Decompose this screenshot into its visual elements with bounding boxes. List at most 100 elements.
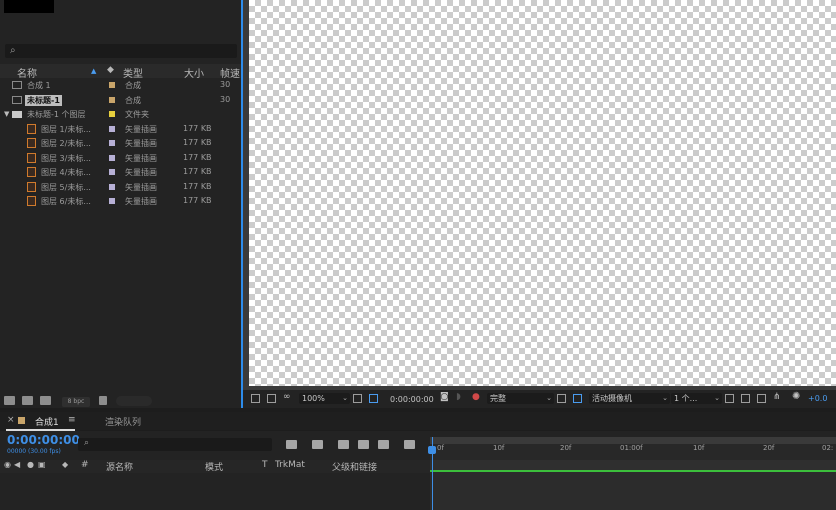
project-item-type: 合成 <box>125 81 141 90</box>
sort-up-icon[interactable]: ▲ <box>91 67 96 75</box>
column-layer-number[interactable]: # <box>81 460 89 470</box>
timeline-fps-label: 00000 (30.00 fps) <box>7 448 61 455</box>
viewer-timecode[interactable]: 0:00:00:00 <box>390 395 434 404</box>
exposure-value[interactable]: +0.0 <box>808 394 827 403</box>
audio-switch-icon[interactable]: ◀ <box>14 460 20 469</box>
label-color-swatch[interactable] <box>109 154 115 161</box>
vector-layer-icon <box>27 181 36 192</box>
vector-layer-icon <box>27 167 36 177</box>
shy-layers-icon[interactable] <box>338 440 349 449</box>
time-navigator[interactable] <box>430 437 836 444</box>
playhead-handle[interactable] <box>428 446 436 454</box>
view-options-icon[interactable]: ∞ <box>283 392 291 402</box>
project-item-size: 177 KB <box>183 152 212 162</box>
column-mode[interactable]: 模式 <box>205 460 223 473</box>
monitor-icon[interactable] <box>267 394 276 403</box>
channel-icon[interactable]: ● <box>472 392 480 402</box>
expand-arrow-icon[interactable]: ▼ <box>4 110 9 118</box>
timeline-search-input[interactable]: ⌕ <box>78 438 272 451</box>
fast-previews-icon[interactable] <box>557 394 566 403</box>
timeline-icon[interactable] <box>741 394 750 403</box>
show-snapshot-icon[interactable]: ◗ <box>456 392 461 402</box>
transparency-grid-canvas[interactable] <box>249 0 836 386</box>
new-folder-icon[interactable] <box>22 396 33 405</box>
comp-mini-flowchart-icon[interactable] <box>286 440 297 449</box>
label-color-swatch[interactable] <box>109 96 115 103</box>
project-item-name: 未标题-1 个图层 <box>27 110 86 119</box>
project-item-row[interactable]: 图层 1/未标... 矢量插画 177 KB <box>0 123 243 136</box>
transparency-grid-icon[interactable] <box>369 394 378 403</box>
reset-exposure-icon[interactable] <box>725 394 734 403</box>
tab-render-queue[interactable]: 渲染队列 <box>105 415 141 428</box>
project-item-row[interactable]: 合成 1 合成 30 <box>0 79 243 92</box>
project-item-row[interactable]: 图层 6/未标... 矢量插画 177 KB <box>0 195 243 208</box>
label-tag-icon[interactable]: ◆ <box>107 65 114 75</box>
project-item-row[interactable]: 图层 2/未标... 矢量插画 177 KB <box>0 137 243 150</box>
time-ruler[interactable]: 0f 10f 20f 01:00f 10f 20f 02: <box>430 444 836 460</box>
column-size[interactable]: 大小 <box>184 65 204 80</box>
project-search-input[interactable]: ⌕ <box>5 44 237 58</box>
graph-editor-icon[interactable] <box>404 440 415 449</box>
column-source-name[interactable]: 源名称 <box>106 460 133 473</box>
comp-flowchart-icon[interactable] <box>757 394 766 403</box>
column-parent[interactable]: 父级和链接 <box>332 460 377 473</box>
project-item-fps: 30 <box>220 80 231 89</box>
thumbnail-slider[interactable] <box>116 396 152 406</box>
label-color-swatch[interactable] <box>109 198 115 204</box>
column-type[interactable]: 类型 <box>123 65 143 80</box>
column-fps[interactable]: 帧速 <box>220 65 240 80</box>
tab-comp[interactable]: 合成1 <box>35 415 59 428</box>
frame-blending-icon[interactable] <box>358 440 369 449</box>
zoom-select[interactable]: 100% ⌄ <box>299 393 350 404</box>
label-color-swatch[interactable] <box>109 125 115 132</box>
project-item-row[interactable]: 未标题-1 合成 30 <box>0 94 243 107</box>
composition-icon <box>12 81 22 89</box>
solo-switch-icon[interactable]: ● <box>27 460 34 469</box>
lock-switch-icon[interactable]: ▣ <box>38 460 46 469</box>
camera-select[interactable]: 活动摄像机 ⌄ <box>589 393 670 404</box>
project-item-row[interactable]: 图层 4/未标... 矢量插画 177 KB <box>0 166 243 179</box>
project-item-size: 177 KB <box>183 138 212 147</box>
motion-blur-icon[interactable] <box>378 440 389 449</box>
label-tag-icon[interactable]: ◆ <box>62 460 68 469</box>
viewer-toolbar: ∞ 100% ⌄ 0:00:00:00 ◙ ◗ ● 完整 ⌄ 活动摄像机 ⌄ 1 个.… <box>243 390 836 408</box>
toggle-transparency-icon[interactable] <box>573 394 582 403</box>
chevron-down-icon: ⌄ <box>662 394 668 402</box>
comp-label-swatch <box>18 417 25 424</box>
draft-3d-icon[interactable] <box>312 440 323 449</box>
close-tab-icon[interactable]: × <box>7 415 15 425</box>
views-select[interactable]: 1 个... ⌄ <box>671 393 722 404</box>
project-thumbnail <box>4 0 54 13</box>
label-color-swatch[interactable] <box>109 82 115 88</box>
chevron-down-icon: ⌄ <box>342 394 348 402</box>
exposure-icon[interactable]: ✺ <box>792 391 800 402</box>
ruler-tick-label: 02: <box>822 444 834 452</box>
flowchart-icon[interactable]: ⋔ <box>773 392 781 402</box>
search-icon: ⌕ <box>10 45 16 56</box>
project-item-row[interactable]: 图层 5/未标... 矢量插画 177 KB <box>0 181 243 194</box>
always-preview-icon[interactable] <box>251 394 260 403</box>
label-color-swatch[interactable] <box>109 111 115 117</box>
video-switch-icon[interactable]: ◉ <box>4 460 11 469</box>
ruler-tick-label: 20f <box>560 444 572 452</box>
snapshot-icon[interactable]: ◙ <box>440 392 449 402</box>
resolution-select[interactable]: 完整 ⌄ <box>487 393 554 404</box>
column-name[interactable]: 名称 <box>17 65 37 80</box>
new-composition-icon[interactable] <box>40 396 51 405</box>
trash-icon[interactable] <box>99 396 107 405</box>
region-of-interest-icon[interactable] <box>353 394 362 403</box>
timeline-track-area[interactable] <box>430 472 836 510</box>
interpret-footage-icon[interactable] <box>4 396 15 405</box>
project-item-row[interactable]: 图层 3/未标... 矢量插画 177 KB <box>0 152 243 165</box>
project-item-row[interactable]: ▼ 未标题-1 个图层 文件夹 <box>0 108 243 121</box>
tab-menu-icon[interactable]: ≡ <box>68 415 76 425</box>
label-color-swatch[interactable] <box>109 169 115 175</box>
label-color-swatch[interactable] <box>109 183 115 190</box>
label-color-swatch[interactable] <box>109 140 115 146</box>
column-trkmat[interactable]: TrkMat <box>275 460 305 470</box>
timeline-timecode[interactable]: 0:00:00:00 <box>7 433 80 447</box>
composition-icon <box>12 95 22 104</box>
bit-depth-button[interactable]: 8 bpc <box>62 397 90 407</box>
project-item-name: 合成 1 <box>27 81 51 90</box>
column-t[interactable]: T <box>262 460 268 470</box>
